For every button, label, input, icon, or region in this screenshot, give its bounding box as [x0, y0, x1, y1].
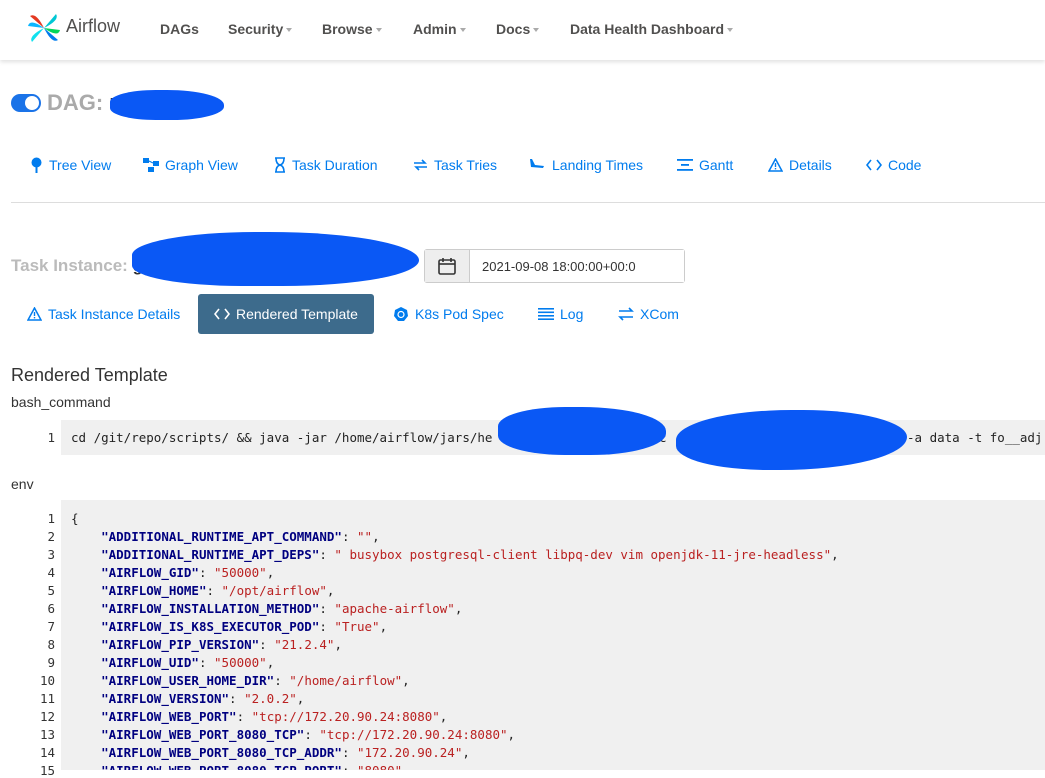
kubernetes-icon: [394, 307, 408, 321]
caret-down-icon: [375, 28, 382, 33]
env-code: { "ADDITIONAL_RUNTIME_APT_COMMAND": "", …: [61, 500, 1045, 770]
tab-task-duration[interactable]: Task Duration: [274, 157, 378, 173]
code-line: cd /git/repo/scripts/ && java -jar /home…: [71, 430, 493, 445]
graph-icon: [143, 158, 159, 172]
redaction-mark: [110, 90, 224, 120]
bash-command-label: bash_command: [11, 394, 111, 410]
warning-icon: [768, 158, 783, 172]
brand-name: Airflow: [66, 15, 121, 36]
nav-dags[interactable]: DAGs: [160, 21, 199, 37]
code-line: "AIRFLOW_IS_K8S_EXECUTOR_POD": "True",: [101, 619, 388, 634]
code-line: "ADDITIONAL_RUNTIME_APT_COMMAND": "",: [101, 529, 380, 544]
line-number: 1: [47, 511, 55, 526]
code-line: "AIRFLOW_VERSION": "2.0.2",: [101, 691, 305, 706]
tab-details[interactable]: Details: [768, 157, 832, 173]
code-line: "AIRFLOW_USER_HOME_DIR": "/home/airflow"…: [101, 673, 410, 688]
line-number: 15: [39, 763, 55, 778]
code-line: "AIRFLOW_WEB_PORT_8080_TCP_ADDR": "172.2…: [101, 745, 470, 760]
exchange-icon: [618, 307, 634, 321]
nav-browse[interactable]: Browse: [322, 21, 382, 37]
top-navbar: Airflow DAGs Security Browse Admin Docs …: [0, 0, 1045, 60]
code-line: "AIRFLOW_PIP_VERSION": "21.2.4",: [101, 637, 342, 652]
hourglass-icon: [275, 157, 285, 173]
tab-gantt[interactable]: Gantt: [677, 157, 733, 173]
redaction-mark: [132, 232, 419, 286]
tab-code[interactable]: Code: [866, 157, 921, 173]
tab-log[interactable]: Log: [538, 294, 583, 334]
line-number: 5: [47, 583, 55, 598]
caret-down-icon: [727, 28, 734, 33]
line-number: 11: [39, 691, 55, 706]
execution-date-picker[interactable]: [424, 249, 685, 283]
warning-icon: [27, 307, 42, 321]
airflow-logo[interactable]: Airflow: [26, 10, 120, 46]
code-line: "AIRFLOW_GID": "50000",: [101, 565, 275, 580]
line-number: 7: [47, 619, 55, 634]
caret-down-icon: [286, 28, 293, 33]
nav-docs[interactable]: Docs: [496, 21, 540, 37]
redaction-mark: [498, 407, 666, 455]
code-line: "ADDITIONAL_RUNTIME_APT_DEPS": " busybox…: [101, 547, 839, 562]
gantt-icon: [677, 159, 693, 171]
tab-tree-view[interactable]: Tree View: [30, 157, 111, 173]
nav-security[interactable]: Security: [228, 21, 293, 37]
tab-landing-times[interactable]: Landing Times: [529, 157, 643, 173]
line-number: 6: [47, 601, 55, 616]
code-line: "AIRFLOW_WEB_PORT_8080_TCP": "tcp://172.…: [101, 727, 516, 742]
caret-down-icon: [459, 28, 466, 33]
tab-k8s-pod-spec[interactable]: K8s Pod Spec: [393, 294, 504, 334]
code-line: "AIRFLOW_UID": "50000",: [101, 655, 275, 670]
line-number: 9: [47, 655, 55, 670]
tab-rendered-template[interactable]: Rendered Template: [198, 294, 374, 334]
line-number: 2: [47, 529, 55, 544]
retry-icon: [414, 159, 427, 171]
code-icon: [214, 308, 230, 320]
plane-icon: [530, 159, 545, 171]
line-number: 12: [39, 709, 55, 724]
nav-admin[interactable]: Admin: [413, 21, 466, 37]
env-label: env: [11, 476, 34, 492]
caret-down-icon: [533, 28, 540, 33]
dag-title-prefix: DAG:: [47, 90, 104, 115]
code-icon: [866, 159, 882, 171]
code-line: "AIRFLOW_WEB_PORT_8080_TCP_PORT": "8080"…: [71, 763, 410, 770]
tree-icon: [31, 157, 42, 173]
tab-graph-view[interactable]: Graph View: [143, 157, 238, 173]
nav-data-health-dashboard[interactable]: Data Health Dashboard: [570, 21, 734, 37]
line-number: 4: [47, 565, 55, 580]
section-title: Rendered Template: [11, 365, 168, 385]
code-line: "AIRFLOW_HOME": "/opt/airflow",: [101, 583, 335, 598]
dag-pause-toggle[interactable]: [11, 94, 41, 112]
tab-xcom[interactable]: XCom: [618, 294, 679, 334]
code-line: -a data -t fo__adj: [907, 430, 1043, 445]
line-number: 10: [39, 673, 55, 688]
code-line: {: [71, 511, 79, 526]
line-number: 1: [47, 430, 55, 445]
execution-date-input[interactable]: [470, 250, 684, 282]
line-number: 8: [47, 637, 55, 652]
calendar-icon[interactable]: [425, 250, 470, 282]
line-number: 14: [39, 745, 55, 760]
code-line: "AIRFLOW_WEB_PORT": "tcp://172.20.90.24:…: [101, 709, 448, 724]
line-number: 3: [47, 547, 55, 562]
tab-task-tries[interactable]: Task Tries: [413, 157, 497, 173]
list-icon: [538, 308, 554, 320]
line-number: 13: [39, 727, 55, 742]
redaction-mark: [676, 410, 907, 470]
code-line: "AIRFLOW_INSTALLATION_METHOD": "apache-a…: [101, 601, 463, 616]
divider: [11, 202, 1045, 203]
pinwheel-icon: [28, 14, 60, 42]
tab-task-instance-details[interactable]: Task Instance Details: [27, 294, 180, 334]
